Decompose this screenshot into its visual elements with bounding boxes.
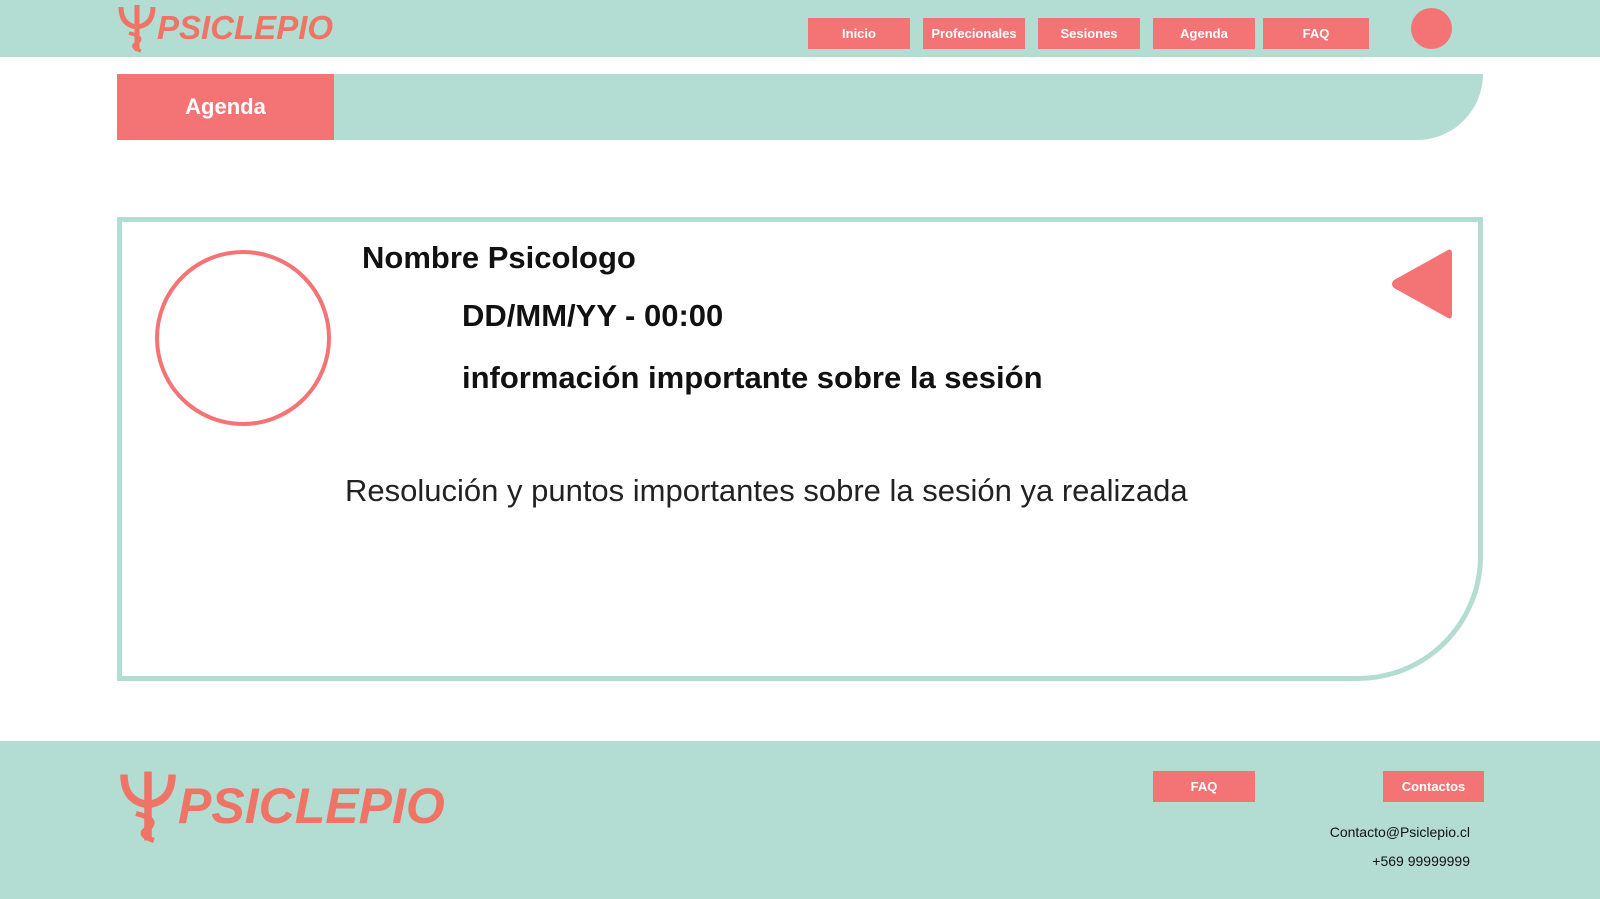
nav-agenda[interactable]: Agenda (1153, 18, 1255, 49)
contact-phone: +569 99999999 (1372, 853, 1470, 869)
session-card (117, 217, 1483, 681)
triangle-back-icon[interactable] (1388, 246, 1455, 322)
user-avatar-icon[interactable] (1411, 8, 1452, 49)
nav-sesiones[interactable]: Sesiones (1038, 18, 1140, 49)
footer-contacts-button[interactable]: Contactos (1383, 771, 1484, 802)
psychologist-name: Nombre Psicologo (362, 240, 636, 275)
nav-faq[interactable]: FAQ (1263, 18, 1369, 49)
session-datetime: DD/MM/YY - 00:00 (462, 298, 724, 333)
psi-staff-logo-icon (120, 771, 176, 843)
section-title: Agenda (117, 74, 334, 140)
psychologist-avatar (155, 250, 331, 426)
footer-brand-name: PSICLEPIO (178, 778, 445, 834)
contact-email[interactable]: Contacto@Psiclepio.cl (1330, 824, 1470, 840)
nav-inicio[interactable]: Inicio (808, 18, 910, 49)
brand-name: PSICLEPIO (157, 9, 334, 46)
footer-brand-logo[interactable]: PSICLEPIO (118, 766, 445, 846)
brand-logo[interactable]: PSICLEPIO (117, 2, 333, 54)
session-notes: Resolución y puntos importantes sobre la… (345, 473, 1188, 508)
session-important-info: información importante sobre la sesión (462, 360, 1043, 395)
nav-profecionales[interactable]: Profecionales (923, 18, 1025, 49)
footer-faq-button[interactable]: FAQ (1153, 771, 1255, 802)
psi-staff-logo-icon (118, 5, 156, 53)
